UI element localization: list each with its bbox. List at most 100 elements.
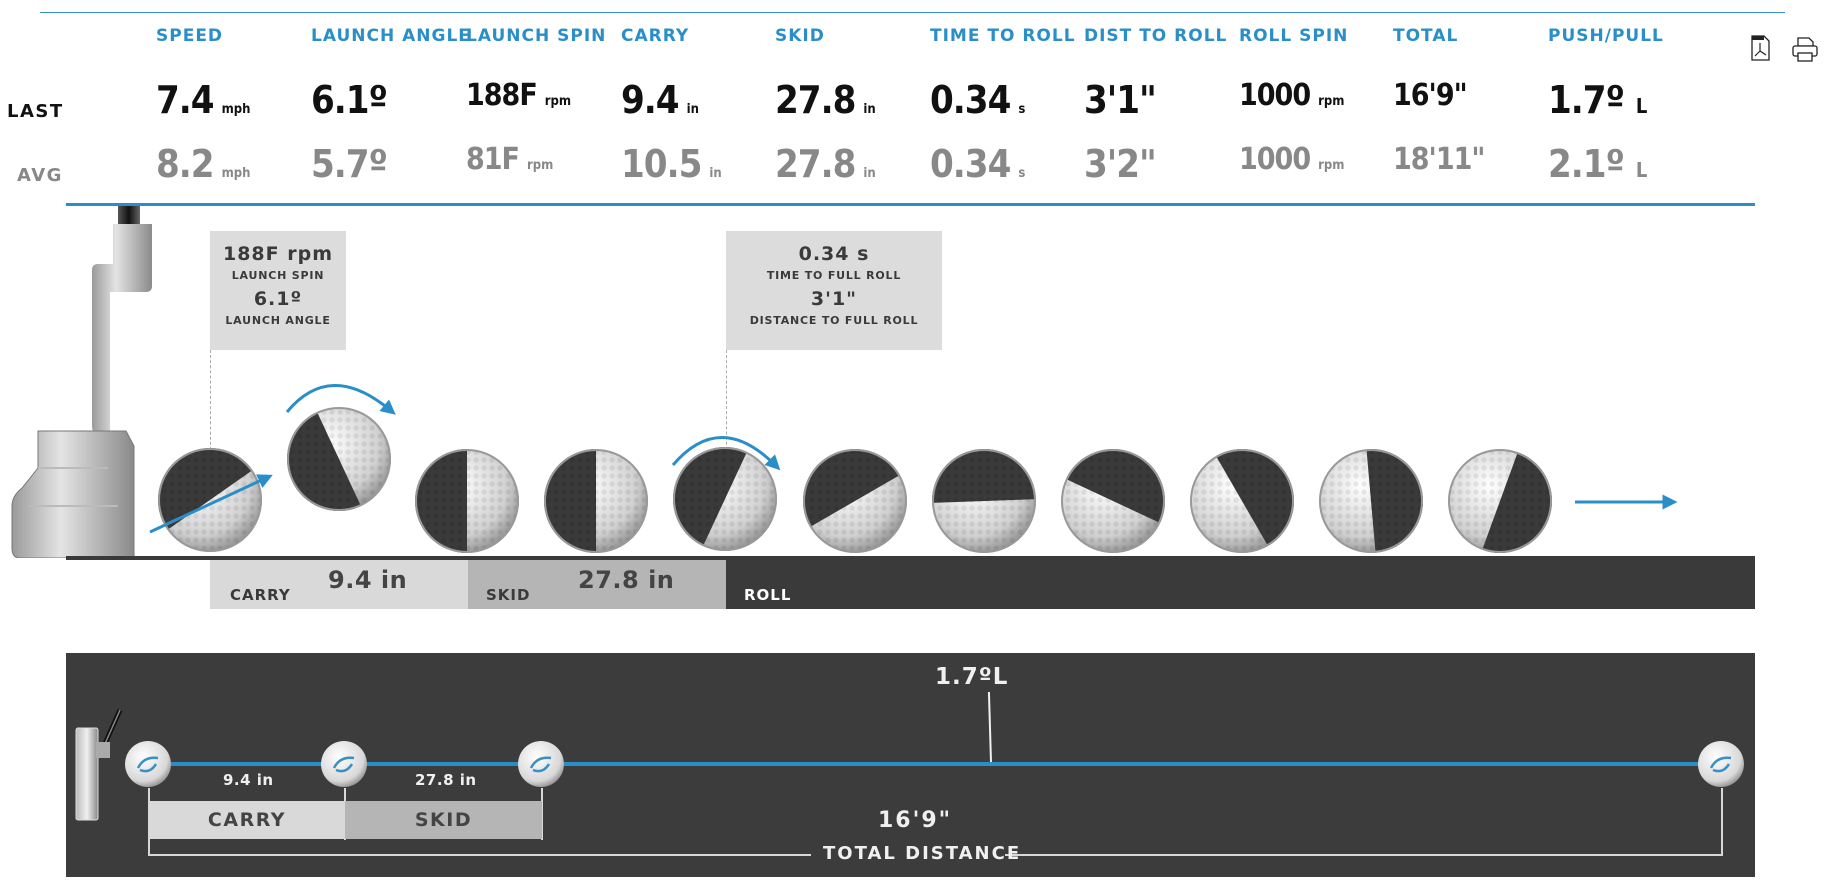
avg-value: 1000 [1239,142,1311,177]
last-value: 188F [466,78,538,113]
total-distance-value: 16'9" [878,808,953,833]
top-golf-ball [1698,741,1744,787]
total-bracket-right [1005,854,1723,856]
avg-value-cell: 10.5 in [621,142,722,186]
last-unit: rpm [1318,94,1345,109]
time-to-full-roll-value: 0.34 s [798,243,870,265]
column-header: LAUNCH ANGLE [311,26,471,46]
golf-ball [930,447,1036,553]
top-golf-ball [518,741,564,787]
avg-unit: in [709,166,722,181]
avg-unit: mph [221,166,251,181]
launch-callout: 188F rpm LAUNCH SPIN 6.1º LAUNCH ANGLE [210,231,346,350]
last-value-cell: 1000 rpm [1239,78,1344,113]
top-golf-ball [321,741,367,787]
top-view-balls [125,741,1744,787]
avg-value: 27.8 [775,142,856,186]
avg-value-cell: 81F rpm [466,142,553,177]
last-value: 7.4 [156,78,215,122]
last-unit: in [686,102,699,117]
golf-ball [269,407,391,529]
avg-unit: L [1635,158,1648,182]
top-skid-value: 27.8 in [415,771,477,789]
golf-ball [783,429,907,553]
column-header: SKID [775,26,825,46]
roll-segment-label: ROLL [744,586,792,604]
avg-value-cell: 0.34 s [930,142,1025,186]
carry-segment-label: CARRY [230,586,291,604]
top-carry-value: 9.4 in [223,771,274,789]
avg-value-cell: 27.8 in [775,142,876,186]
avg-unit: rpm [1318,158,1345,173]
avg-value: 5.7º [311,142,388,186]
last-value-cell: 188F rpm [466,78,571,113]
avg-value: 2.1º [1548,142,1625,186]
last-value: 1000 [1239,78,1311,113]
roll-segment: ROLL [726,560,1755,609]
golf-ball [544,449,648,553]
time-to-full-roll-label: TIME TO FULL ROLL [766,269,902,282]
distance-to-full-roll-label: DISTANCE TO FULL ROLL [749,314,919,327]
launch-spin-value: 188F rpm [222,243,334,265]
total-bracket-left [148,854,811,856]
last-value-cell: 3'1" [1084,78,1164,122]
last-value-cell: 6.1º [311,78,395,122]
last-value: 16'9" [1393,78,1468,113]
avg-unit: s [1018,166,1026,181]
avg-value-cell: 5.7º [311,142,395,186]
top-golf-ball [125,741,171,787]
avg-unit: rpm [527,158,554,173]
last-value: 6.1º [311,78,388,122]
column-header: SPEED [156,26,224,46]
last-value: 1.7º [1548,78,1625,122]
last-unit: rpm [544,94,572,109]
last-value: 0.34 [930,78,1011,122]
golf-ball [1190,429,1314,553]
skid-segment-value: 27.8 in [578,566,675,594]
last-value-cell: 16'9" [1393,78,1475,113]
column-header: CARRY [621,26,690,46]
avg-value: 3'2" [1084,142,1157,186]
avg-value-cell: 3'2" [1084,142,1164,186]
launch-angle-value: 6.1º [253,288,303,310]
avg-value-cell: 1000 rpm [1239,142,1344,177]
avg-value: 18'11" [1393,142,1485,177]
column-header: ROLL SPIN [1239,26,1349,46]
avg-value: 0.34 [930,142,1011,186]
golf-ball [415,449,519,553]
column-header: PUSH/PULL [1548,26,1664,46]
carry-segment-value: 9.4 in [328,566,408,594]
last-value: 27.8 [775,78,856,122]
last-value-cell: 0.34 s [930,78,1025,122]
skid-segment-label: SKID [486,586,531,604]
column-header: TIME TO ROLL [930,26,1076,46]
skid-segment: SKID 27.8 in [468,560,726,609]
launch-spin-label: LAUNCH SPIN [231,269,325,282]
tick-total-end [1721,788,1723,856]
launch-angle-label: LAUNCH ANGLE [225,314,331,327]
column-header: LAUNCH SPIN [466,26,607,46]
carry-segment: CARRY 9.4 in [210,560,468,609]
print-icon[interactable] [1790,34,1820,64]
avg-value-cell: 18'11" [1393,142,1492,177]
avg-value: 81F [466,142,520,177]
last-value-cell: 7.4 mph [156,78,250,122]
top-divider [40,12,1785,13]
last-unit: in [863,102,876,117]
last-value-cell: 9.4 in [621,78,699,122]
last-value-cell: 27.8 in [775,78,876,122]
top-skid-segment: SKID [345,801,542,839]
avg-value: 8.2 [156,142,215,186]
top-carry-segment: CARRY [149,801,345,839]
golf-ball [655,429,777,551]
distance-to-full-roll-value: 3'1" [810,288,858,310]
pdf-export-icon[interactable] [1748,34,1774,64]
column-header: TOTAL [1393,26,1459,46]
last-value: 9.4 [621,78,680,122]
avg-value: 10.5 [621,142,702,186]
roll-callout: 0.34 s TIME TO FULL ROLL 3'1" DISTANCE T… [726,231,942,350]
golf-ball [1448,449,1567,560]
avg-value-cell: 2.1º L [1548,142,1647,186]
ball-sequence [137,384,1678,560]
last-unit: s [1018,102,1026,117]
